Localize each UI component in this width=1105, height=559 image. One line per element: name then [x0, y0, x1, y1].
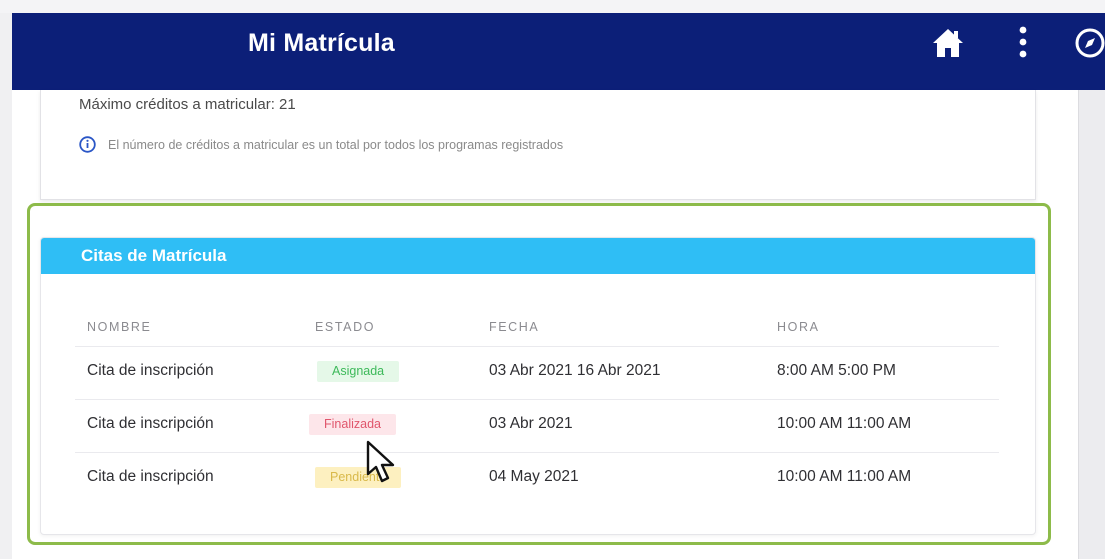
- table-row: Cita de inscripción Finalizada 03 Abr 20…: [75, 400, 999, 453]
- cell-fecha: 03 Abr 2021: [489, 415, 573, 432]
- column-header-fecha: FECHA: [489, 320, 540, 334]
- page-title: Mi Matrícula: [248, 29, 395, 57]
- cell-nombre: Cita de inscripción: [87, 362, 214, 379]
- column-header-estado: ESTADO: [315, 320, 376, 334]
- citas-card: Citas de Matrícula NOMBRE ESTADO FECHA H…: [40, 237, 1036, 535]
- cell-fecha: 04 May 2021: [489, 468, 579, 485]
- credits-card: Máximo créditos a matricular: 21 El núme…: [40, 90, 1036, 200]
- top-strip: [0, 0, 1105, 13]
- status-badge: Asignada: [317, 361, 400, 382]
- max-credits-text: Máximo créditos a matricular: 21: [79, 96, 296, 113]
- citas-table: NOMBRE ESTADO FECHA HORA Cita de inscrip…: [75, 311, 999, 506]
- info-icon: [79, 136, 96, 153]
- citas-title: Citas de Matrícula: [41, 238, 1035, 274]
- cell-nombre: Cita de inscripción: [87, 468, 214, 485]
- column-header-hora: HORA: [777, 320, 820, 334]
- scrollbar-track[interactable]: [1078, 90, 1105, 559]
- app-header: Mi Matrícula: [12, 13, 1105, 90]
- column-header-nombre: NOMBRE: [87, 320, 152, 334]
- credits-info-text: El número de créditos a matricular es un…: [108, 137, 564, 152]
- cell-nombre: Cita de inscripción: [87, 415, 214, 432]
- cell-hora: 10:00 AM 11:00 AM: [777, 415, 912, 432]
- cell-fecha: 03 Abr 2021 16 Abr 2021: [489, 362, 661, 379]
- more-vertical-icon[interactable]: [1015, 24, 1031, 60]
- mouse-cursor-icon: [366, 440, 395, 483]
- compass-icon[interactable]: [1074, 27, 1105, 59]
- status-badge: Finalizada: [309, 414, 396, 435]
- table-header: NOMBRE ESTADO FECHA HORA: [75, 311, 999, 347]
- cell-hora: 10:00 AM 11:00 AM: [777, 468, 912, 485]
- cell-hora: 8:00 AM 5:00 PM: [777, 362, 896, 379]
- credits-info: El número de créditos a matricular es un…: [79, 136, 563, 153]
- home-icon[interactable]: [931, 26, 965, 60]
- table-row: Cita de inscripción Asignada 03 Abr 2021…: [75, 347, 999, 400]
- table-row: Cita de inscripción Pendiente 04 May 202…: [75, 453, 999, 506]
